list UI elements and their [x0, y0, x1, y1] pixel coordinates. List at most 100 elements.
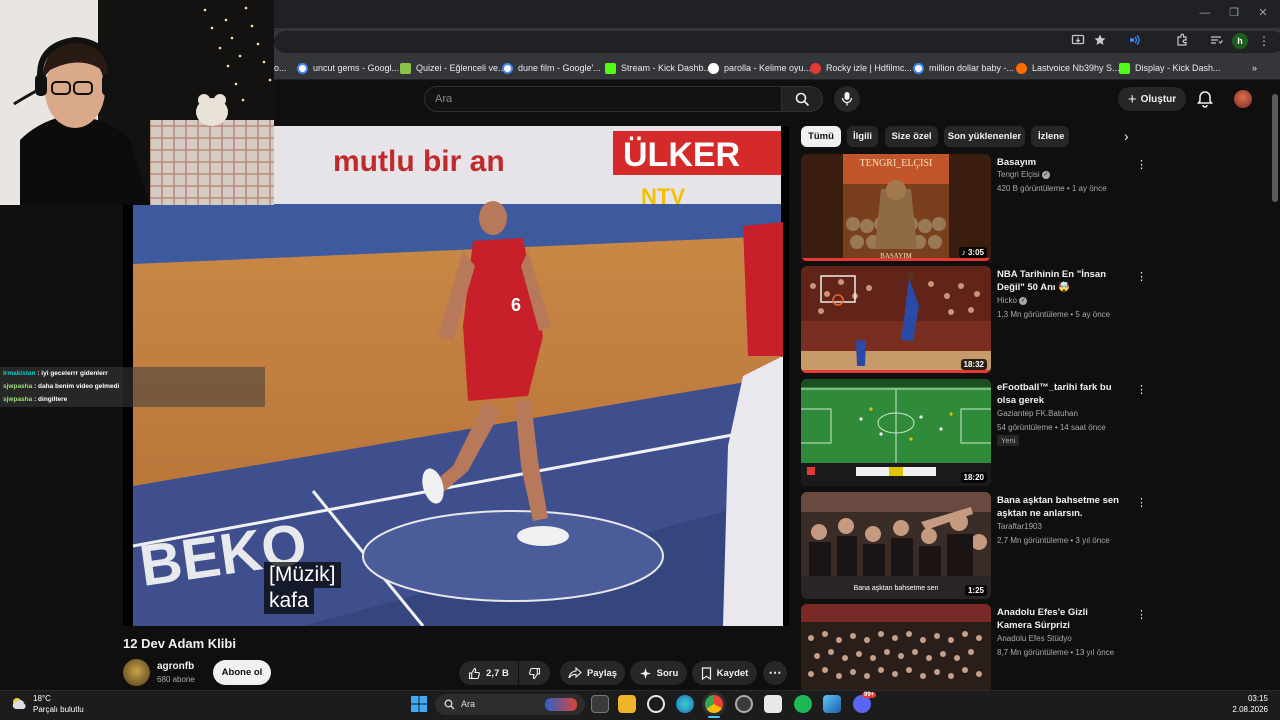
- video-thumbnail[interactable]: [801, 604, 991, 690]
- obs-icon[interactable]: [735, 695, 753, 713]
- chip-all[interactable]: Tümü: [801, 126, 841, 147]
- bookmark-icon: [701, 666, 711, 680]
- bookmark-item[interactable]: Stream - Kick Dashb...: [605, 60, 711, 76]
- extension-icon[interactable]: [1126, 33, 1142, 49]
- install-app-icon[interactable]: [1070, 33, 1086, 49]
- reading-list-icon[interactable]: [1208, 33, 1224, 49]
- video-thumbnail[interactable]: TENGRI_ELÇISI BASAYIM ♪ 3:05: [801, 154, 991, 261]
- recommendation-title[interactable]: Bana aşktan bahsetme sen aşktan ne anlar…: [997, 494, 1125, 520]
- scrollbar-thumb[interactable]: [1272, 94, 1278, 202]
- recommendation-item[interactable]: TENGRI_ELÇISI BASAYIM ♪ 3:05 Basayım Ten…: [801, 154, 1151, 262]
- capture-app-icon[interactable]: [764, 695, 782, 713]
- more-vertical-icon[interactable]: ⋮: [1136, 608, 1147, 622]
- subscribe-button[interactable]: Abone ol: [213, 660, 271, 685]
- like-button[interactable]: 2,7 B: [459, 661, 518, 685]
- dislike-button[interactable]: [519, 661, 550, 685]
- chrome-icon[interactable]: [705, 695, 723, 713]
- create-button[interactable]: + Oluştur: [1118, 87, 1186, 111]
- more-vertical-icon[interactable]: ⋮: [1136, 383, 1147, 397]
- recommendation-item[interactable]: 18:32 NBA Tarihinin En "İnsan Değil" 50 …: [801, 266, 1151, 374]
- clock-time[interactable]: 03:15: [1240, 694, 1268, 703]
- more-horizontal-icon: ⋯: [768, 665, 782, 680]
- chip-watched[interactable]: İzlene: [1031, 126, 1069, 147]
- recommendation-meta: 54 görüntüleme • 14 saat önce: [997, 423, 1106, 432]
- recommendation-item[interactable]: Bana aşktan bahsetme sen 1:25 Bana aşkta…: [801, 492, 1151, 600]
- bookmark-item[interactable]: Display - Kick Dash...: [1119, 60, 1221, 76]
- verified-icon: ✓: [1019, 296, 1028, 305]
- new-badge: Yeni: [997, 435, 1020, 446]
- chevron-right-icon[interactable]: ›: [1124, 128, 1140, 146]
- bookmark-item[interactable]: uncut gems - Googl...: [297, 60, 399, 76]
- recommendation-channel[interactable]: Tengri Elçisi ✓: [997, 170, 1050, 179]
- bookmark-item[interactable]: parolla - Kelime oyu...: [708, 60, 811, 76]
- bookmark-item[interactable]: Lastvoice Nb39hy S...: [1016, 60, 1120, 76]
- bookmark-item[interactable]: Quizei - Eğlenceli ve...: [400, 60, 506, 76]
- video-duration: 18:20: [960, 472, 987, 483]
- minimize-icon[interactable]: —: [1198, 6, 1212, 20]
- taskbar-search[interactable]: Ara: [435, 694, 585, 715]
- chip-recently-uploaded[interactable]: Son yüklenenler: [944, 126, 1025, 147]
- quizei-icon: [400, 62, 411, 74]
- edge-icon[interactable]: [676, 695, 694, 713]
- recommendation-title[interactable]: Basayım: [997, 156, 1125, 169]
- more-actions-button[interactable]: ⋯: [763, 661, 787, 685]
- video-thumbnail[interactable]: Bana aşktan bahsetme sen 1:25: [801, 492, 991, 599]
- voice-search-button[interactable]: [834, 86, 860, 112]
- recommendation-title[interactable]: NBA Tarihinin En "İnsan Değil" 50 Anı 🤯: [997, 268, 1125, 294]
- bookmark-star-icon[interactable]: [1092, 33, 1108, 49]
- search-icon: [795, 92, 810, 107]
- bookmark-item[interactable]: dune film - Google'...: [502, 60, 601, 76]
- ask-button[interactable]: Soru: [630, 661, 687, 685]
- chip-for-you[interactable]: Size özel: [885, 126, 938, 147]
- recommendation-item[interactable]: Anadolu Efes'e Gizli Kamera Sürprizi Ana…: [801, 604, 1151, 690]
- recommendation-channel[interactable]: Anadolu Efes Stüdyo: [997, 634, 1072, 643]
- channel-name[interactable]: agronfb: [157, 661, 194, 672]
- share-button[interactable]: Paylaş: [560, 661, 625, 685]
- more-vertical-icon[interactable]: ⋮: [1136, 270, 1147, 284]
- more-vertical-icon[interactable]: ⋮: [1136, 496, 1147, 510]
- windows-start-icon[interactable]: [410, 695, 428, 713]
- chatgpt-icon[interactable]: [647, 695, 665, 713]
- recommendation-channel[interactable]: Taraftar1903: [997, 522, 1042, 531]
- task-view-icon[interactable]: [591, 695, 609, 713]
- search-button[interactable]: [781, 86, 823, 112]
- save-button[interactable]: Kaydet: [692, 661, 757, 685]
- kick-icon: [1119, 62, 1130, 74]
- more-vertical-icon[interactable]: ⋮: [1136, 158, 1147, 172]
- bookmark-item[interactable]: million dollar baby -...: [913, 60, 1014, 76]
- video-thumbnail[interactable]: 18:32: [801, 266, 991, 373]
- weather-icon[interactable]: [10, 695, 28, 713]
- notifications-bell-icon[interactable]: [1196, 90, 1214, 108]
- chat-text: : iyi gecelerrr gidenlerr: [35, 370, 108, 377]
- recommendation-title[interactable]: eFootball™_tarihi fark bu olsa gerek: [997, 381, 1125, 407]
- weather-description[interactable]: Parçalı bulutlu: [33, 705, 84, 714]
- clock-date[interactable]: 2.08.2026: [1226, 705, 1268, 714]
- spotify-icon[interactable]: [794, 695, 812, 713]
- profile-avatar[interactable]: h: [1232, 33, 1248, 49]
- chip-related[interactable]: İlgili: [847, 126, 878, 147]
- extensions-puzzle-icon[interactable]: [1174, 33, 1190, 49]
- ask-label: Soru: [656, 667, 679, 679]
- recommendation-title[interactable]: Anadolu Efes'e Gizli Kamera Sürprizi: [997, 606, 1125, 632]
- weather-temperature[interactable]: 18°C: [33, 694, 51, 703]
- bookmark-item[interactable]: Rocky izle | Hdfilmc...: [810, 60, 912, 76]
- recommendation-channel[interactable]: Gaziantep FK.Batuhan: [997, 409, 1078, 418]
- verified-icon: ✓: [1041, 170, 1050, 179]
- bookmarks-overflow-icon[interactable]: »: [1252, 60, 1257, 76]
- lastvoice-icon: [1016, 62, 1027, 74]
- parolla-icon: [708, 62, 719, 74]
- app-icon[interactable]: [823, 695, 841, 713]
- video-thumbnail[interactable]: 18:20: [801, 379, 991, 486]
- file-explorer-icon[interactable]: [618, 695, 636, 713]
- close-icon[interactable]: ✕: [1256, 6, 1270, 20]
- recommendation-channel[interactable]: Hicko ✓: [997, 296, 1028, 305]
- restore-icon[interactable]: ❐: [1227, 6, 1241, 20]
- browser-menu-icon[interactable]: ⋮: [1256, 33, 1272, 49]
- recommendation-item[interactable]: 18:20 eFootball™_tarihi fark bu olsa ger…: [801, 379, 1151, 487]
- search-input[interactable]: Ara: [424, 86, 782, 112]
- search-highlight-icon: [545, 698, 577, 711]
- bookmark-item[interactable]: o...: [274, 60, 287, 76]
- channel-avatar[interactable]: [123, 659, 150, 686]
- video-title: 12 Dev Adam Klibi: [123, 636, 236, 651]
- account-avatar[interactable]: [1234, 90, 1252, 108]
